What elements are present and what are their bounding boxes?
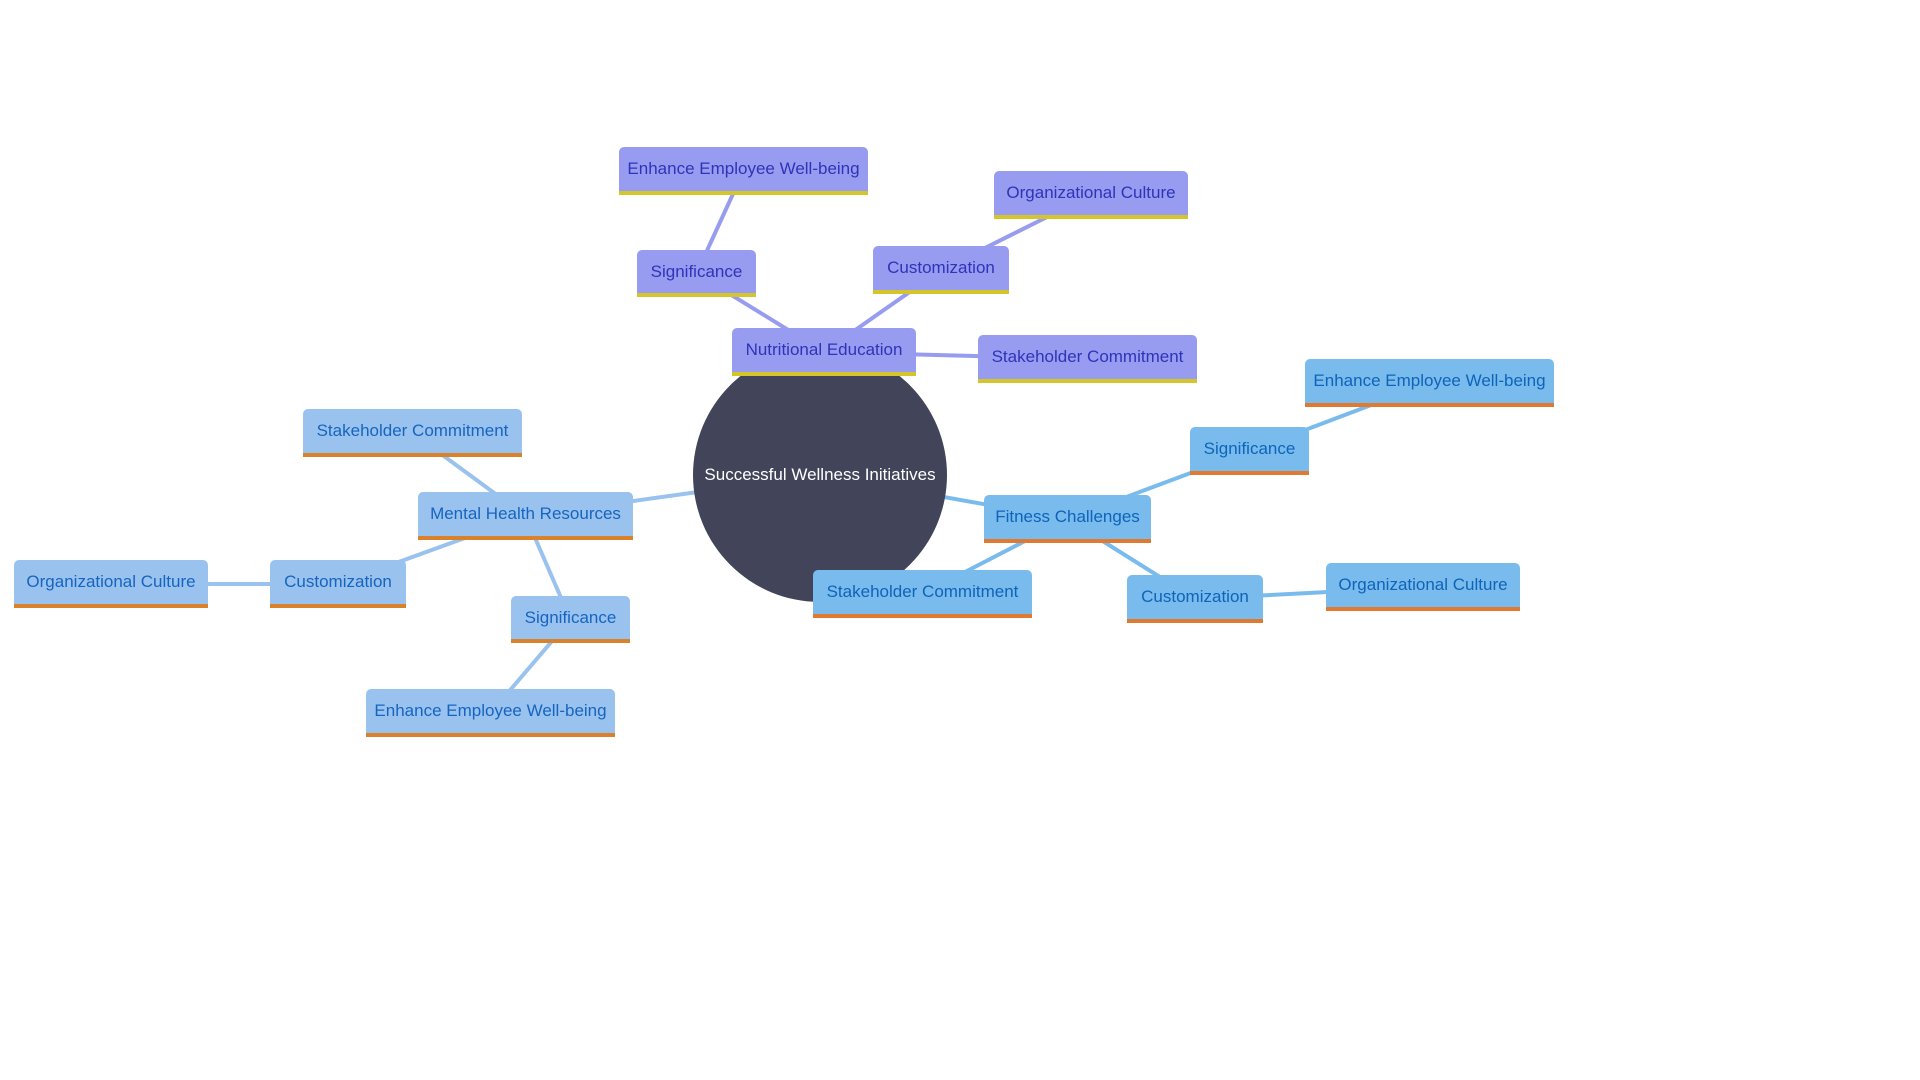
node-nutrition[interactable]: Nutritional Education xyxy=(732,328,916,376)
node-label: Customization xyxy=(1141,587,1249,606)
node-label: Organizational Culture xyxy=(1006,183,1176,202)
node-label: Enhance Employee Well-being xyxy=(1313,371,1546,390)
node-fit-org-culture[interactable]: Organizational Culture xyxy=(1326,563,1520,611)
node-men-significance[interactable]: Significance xyxy=(511,596,630,643)
node-label: Organizational Culture xyxy=(1338,575,1508,594)
node-nut-customization[interactable]: Customization xyxy=(873,246,1009,294)
node-label: Stakeholder Commitment xyxy=(826,582,1019,601)
node-fit-customization[interactable]: Customization xyxy=(1127,575,1263,623)
node-label: Enhance Employee Well-being xyxy=(374,701,607,720)
node-label: Significance xyxy=(1203,439,1296,458)
node-fit-stakeholder[interactable]: Stakeholder Commitment xyxy=(813,570,1032,618)
node-nut-significance[interactable]: Significance xyxy=(637,250,756,297)
node-label: Mental Health Resources xyxy=(430,504,621,523)
node-label: Stakeholder Commitment xyxy=(316,421,509,440)
node-label: Enhance Employee Well-being xyxy=(627,159,860,178)
node-men-enhance[interactable]: Enhance Employee Well-being xyxy=(366,689,615,737)
node-label: Nutritional Education xyxy=(745,340,903,359)
node-fit-enhance[interactable]: Enhance Employee Well-being xyxy=(1305,359,1554,407)
node-nut-enhance[interactable]: Enhance Employee Well-being xyxy=(619,147,868,195)
node-label: Significance xyxy=(650,261,743,281)
node-label: Customization xyxy=(284,572,392,591)
node-label: Stakeholder Commitment xyxy=(991,347,1184,366)
node-nut-org-culture[interactable]: Organizational Culture xyxy=(994,171,1188,219)
root-node-label: Successful Wellness Initiatives xyxy=(704,465,936,484)
node-label: Organizational Culture xyxy=(26,572,196,591)
node-men-org-culture[interactable]: Organizational Culture xyxy=(14,560,208,608)
node-label: Customization xyxy=(887,258,995,277)
node-label: Fitness Challenges xyxy=(995,507,1140,526)
node-fitness[interactable]: Fitness Challenges xyxy=(984,495,1151,543)
node-mental[interactable]: Mental Health Resources xyxy=(418,492,633,540)
node-men-stakeholder[interactable]: Stakeholder Commitment xyxy=(303,409,522,457)
node-nut-stakeholder[interactable]: Stakeholder Commitment xyxy=(978,335,1197,383)
mindmap-canvas: Successful Wellness Initiatives Nutrition… xyxy=(0,0,1568,882)
node-men-customization[interactable]: Customization xyxy=(270,560,406,608)
node-label: Significance xyxy=(524,607,617,627)
node-fit-significance[interactable]: Significance xyxy=(1190,427,1309,475)
root-node[interactable]: Successful Wellness Initiatives xyxy=(693,348,947,602)
